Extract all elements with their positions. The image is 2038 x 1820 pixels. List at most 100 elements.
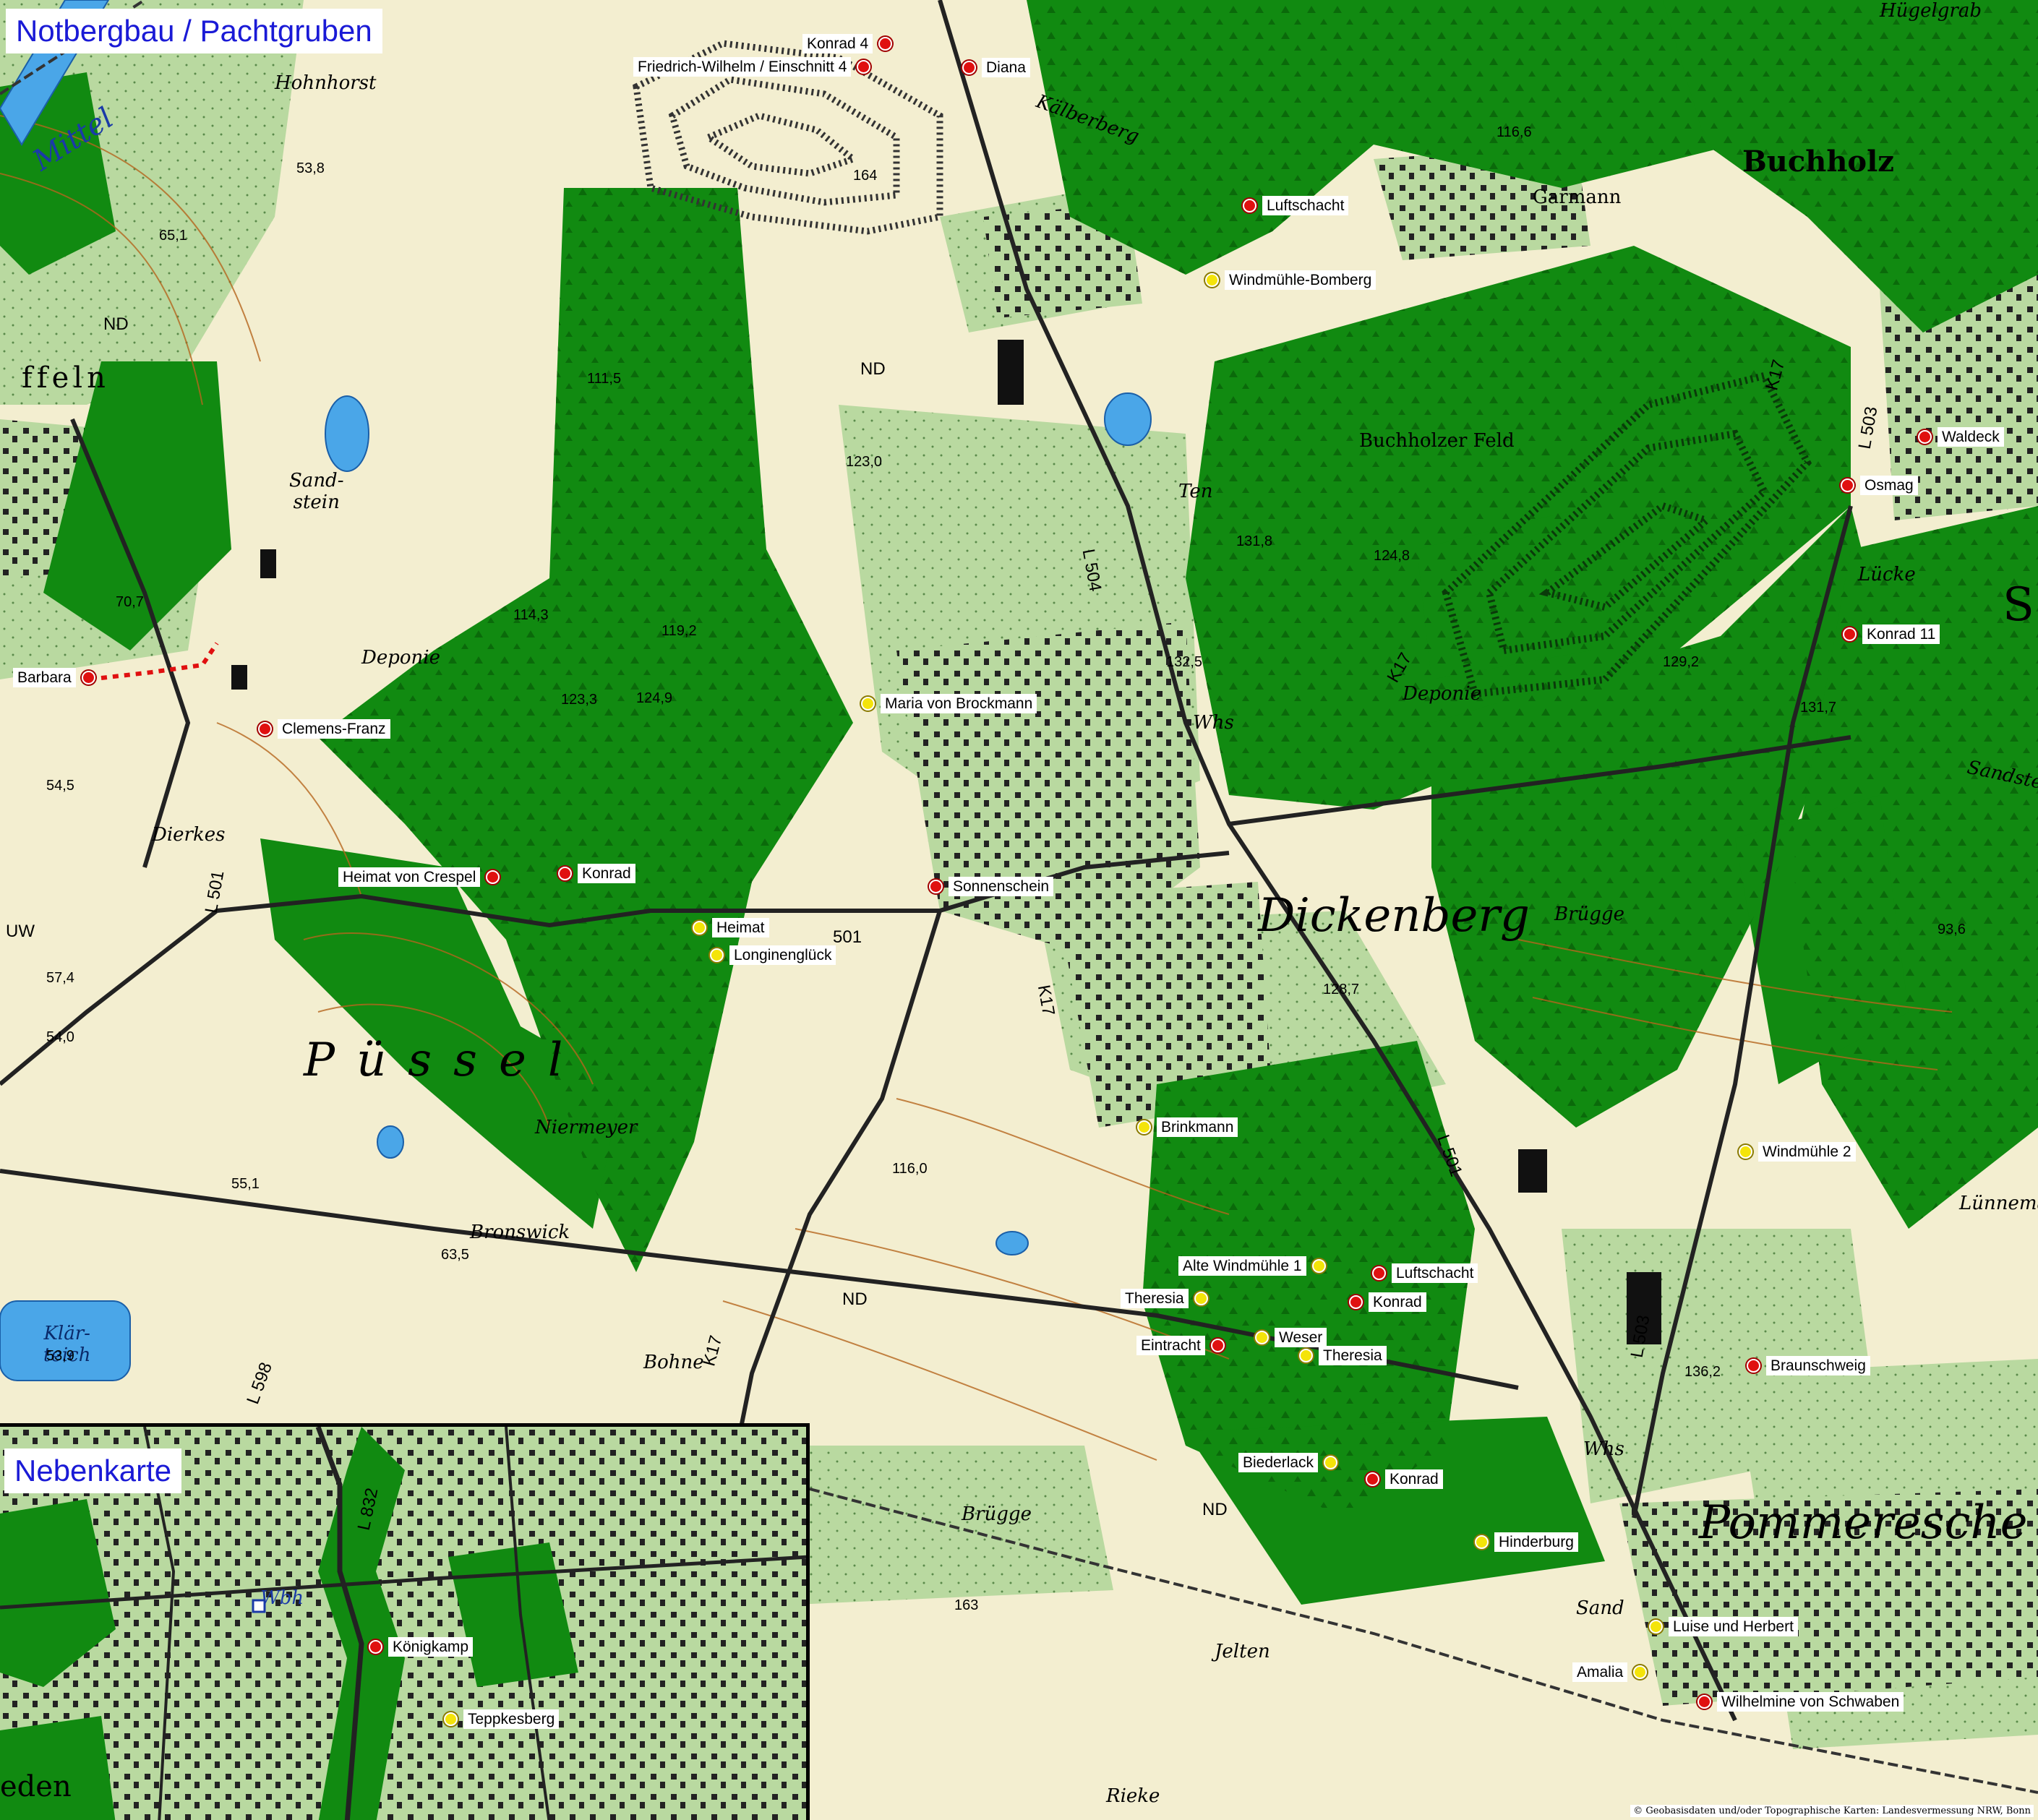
marker-konrad-south[interactable]: Konrad <box>1366 1469 1443 1490</box>
elevation-label: 57,4 <box>46 970 74 986</box>
red-mine-marker-icon <box>1841 478 1854 493</box>
place-s-edge: S <box>2003 578 2034 632</box>
marker-luftschacht-north[interactable]: Luftschacht <box>1243 196 1349 216</box>
yellow-mine-marker-icon <box>861 697 875 711</box>
place-whs-1: Whs <box>1193 712 1234 734</box>
marker-alte-windmuehle-1[interactable]: Alte Windmühle 1 <box>1178 1256 1326 1276</box>
place-buchholz: Buchholz <box>1742 145 1894 179</box>
marker-biederlack[interactable]: Biederlack <box>1238 1453 1338 1473</box>
marker-label: Luftschacht <box>1262 196 1349 216</box>
marker-weser[interactable]: Weser <box>1255 1328 1327 1348</box>
place-deponie-west: Deponie <box>361 647 440 669</box>
marker-label: Konrad 11 <box>1862 624 1940 645</box>
place-sandstein-west: Sand- stein <box>289 470 344 513</box>
elevation-label: 136,2 <box>1684 1364 1721 1380</box>
place-ffeln: ffeln <box>22 361 110 395</box>
road-label-uw: UW <box>6 922 35 941</box>
yellow-mine-marker-icon <box>1194 1292 1208 1306</box>
marker-braunschweig[interactable]: Braunschweig <box>1747 1356 1870 1376</box>
place-hohnhorst: Hohnhorst <box>275 72 377 94</box>
elevation-label: 129,2 <box>1663 654 1700 670</box>
marker-heimat-von-crespel[interactable]: Heimat von Crespel <box>338 867 500 888</box>
yellow-mine-marker-icon <box>1475 1535 1489 1550</box>
marker-windmuehle-bomberg[interactable]: Windmühle-Bomberg <box>1205 270 1376 291</box>
marker-osmag[interactable]: Osmag <box>1841 476 1918 496</box>
marker-windmuehle-2[interactable]: Windmühle 2 <box>1739 1142 1856 1162</box>
marker-konrad-4[interactable]: Konrad 4 <box>802 34 893 54</box>
elevation-label: 131,7 <box>1800 700 1837 716</box>
road-label-nd: ND <box>842 1289 868 1309</box>
elevation-label: 114,3 <box>513 607 549 623</box>
marker-brinkmann[interactable]: Brinkmann <box>1137 1117 1238 1138</box>
elevation-label: 124,9 <box>636 690 673 706</box>
yellow-mine-marker-icon <box>1205 273 1219 288</box>
elevation-label: 119,2 <box>662 623 697 639</box>
place-jelten: Jelten <box>1215 1641 1270 1662</box>
marker-longinenglueck[interactable]: Longinenglück <box>710 945 836 966</box>
red-mine-marker-icon <box>857 60 871 74</box>
road-label-nd: ND <box>1202 1500 1228 1519</box>
marker-luftschacht-south[interactable]: Luftschacht <box>1372 1263 1478 1284</box>
marker-label: Longinenglück <box>729 945 836 966</box>
marker-waldeck[interactable]: Waldeck <box>1918 427 2004 447</box>
marker-label: Brinkmann <box>1157 1117 1238 1138</box>
marker-hinderburg[interactable]: Hinderburg <box>1475 1532 1578 1553</box>
marker-barbara[interactable]: Barbara <box>13 668 95 688</box>
red-mine-marker-icon <box>1697 1695 1711 1709</box>
topographic-map: Notbergbau / Pachtgruben Dickenberg Püss… <box>0 0 2038 1820</box>
map-title: Notbergbau / Pachtgruben <box>6 9 382 54</box>
marker-sonnenschein[interactable]: Sonnenschein <box>929 877 1054 897</box>
marker-wilhelmine-von-schwaben[interactable]: Wilhelmine von Schwaben <box>1697 1692 1904 1712</box>
place-ten: Ten <box>1178 481 1213 502</box>
inset-label-eden: eden <box>0 1770 72 1803</box>
marker-label: Weser <box>1275 1328 1327 1348</box>
marker-konrad-west[interactable]: Konrad <box>558 864 635 884</box>
marker-label: Luftschacht <box>1392 1263 1478 1284</box>
marker-teppkesberg[interactable]: Teppkesberg <box>444 1709 560 1730</box>
marker-eintracht[interactable]: Eintracht <box>1136 1336 1225 1356</box>
marker-koenigkamp[interactable]: Königkamp <box>369 1637 474 1657</box>
red-mine-marker-icon <box>369 1640 382 1654</box>
red-mine-marker-icon <box>258 722 272 737</box>
marker-maria-von-brockmann[interactable]: Maria von Brockmann <box>861 694 1037 714</box>
red-mine-marker-icon <box>929 880 943 894</box>
elevation-label: 163 <box>954 1597 979 1613</box>
marker-label: Friedrich-Wilhelm / Einschnitt 4 <box>633 57 852 77</box>
marker-label: Biederlack <box>1238 1453 1319 1473</box>
red-mine-marker-icon <box>1372 1266 1386 1281</box>
marker-label: Diana <box>982 58 1030 78</box>
elevation-label: 93,6 <box>1938 922 1966 937</box>
place-sand: Sand <box>1576 1597 1624 1619</box>
marker-clemens-franz[interactable]: Clemens-Franz <box>258 719 390 739</box>
marker-amalia[interactable]: Amalia <box>1572 1662 1648 1683</box>
marker-friedrich-wilhelm[interactable]: Friedrich-Wilhelm / Einschnitt 4 <box>633 57 871 77</box>
marker-label: Maria von Brockmann <box>881 694 1037 714</box>
place-bohne: Bohne <box>643 1352 704 1373</box>
red-mine-marker-icon <box>1210 1339 1225 1353</box>
marker-label: Konrad <box>578 864 635 884</box>
marker-theresia-east[interactable]: Theresia <box>1299 1346 1387 1366</box>
place-puessel: Püssel <box>304 1034 585 1087</box>
marker-luise-und-herbert[interactable]: Luise und Herbert <box>1649 1617 1798 1637</box>
yellow-mine-marker-icon <box>1255 1331 1269 1345</box>
marker-label: Heimat von Crespel <box>338 867 481 888</box>
place-luennemann: Lünnema <box>1959 1193 2038 1214</box>
place-bruegge-north: Brügge <box>1554 903 1624 925</box>
marker-konrad-center[interactable]: Konrad <box>1349 1292 1426 1313</box>
yellow-mine-marker-icon <box>710 948 724 963</box>
inset-title: Nebenkarte <box>4 1448 182 1494</box>
elevation-label: 55,1 <box>231 1176 260 1192</box>
yellow-mine-marker-icon <box>693 921 706 935</box>
marker-label: Luise und Herbert <box>1669 1617 1798 1637</box>
marker-label: Barbara <box>13 668 76 688</box>
yellow-mine-marker-icon <box>1324 1456 1338 1470</box>
marker-konrad-11[interactable]: Konrad 11 <box>1843 624 1940 645</box>
marker-label: Theresia <box>1121 1289 1189 1309</box>
place-huegelgrab: Hügelgrab <box>1880 0 1982 22</box>
marker-theresia-west[interactable]: Theresia <box>1121 1289 1208 1309</box>
marker-label: Heimat <box>712 918 769 938</box>
marker-label: Hinderburg <box>1494 1532 1578 1553</box>
marker-label: Konrad <box>1385 1469 1443 1490</box>
marker-heimat[interactable]: Heimat <box>693 918 769 938</box>
marker-diana[interactable]: Diana <box>962 58 1030 78</box>
